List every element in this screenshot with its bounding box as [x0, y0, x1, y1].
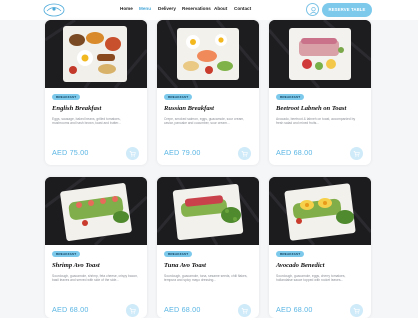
dish-description: Crepe, smoked salmon, eggs, guacamole, s… — [164, 117, 245, 126]
category-badge: BREAKFAST — [52, 94, 81, 100]
cart-icon — [241, 308, 248, 314]
dish-card[interactable]: BREAKFAST Shrimp Avo Toast Sourdough, gu… — [45, 177, 147, 318]
dish-image — [269, 20, 371, 88]
cart-icon — [353, 151, 360, 157]
dish-title: Tuna Avo Toast — [164, 262, 207, 269]
category-badge: BREAKFAST — [276, 251, 305, 257]
add-to-cart-button[interactable] — [238, 147, 251, 160]
add-to-cart-button[interactable] — [350, 304, 363, 317]
dish-image — [269, 177, 371, 245]
dish-card[interactable]: BREAKFAST Tuna Avo Toast Sourdough, guac… — [157, 177, 259, 318]
dish-price: AED 68.00 — [276, 148, 313, 157]
dish-card[interactable]: BREAKFAST English Breakfast Eggs, sausag… — [45, 20, 147, 165]
dish-card[interactable]: BREAKFAST Avocado Benedict Sourdough, gu… — [269, 177, 371, 318]
dish-description: Avocado, beetroot & labneh on toast, acc… — [276, 117, 356, 126]
category-badge: BREAKFAST — [276, 94, 305, 100]
dish-image — [157, 20, 259, 88]
nav-link-menu[interactable]: Menu — [139, 6, 151, 11]
dish-description: Sourdough, guacamole, tuna, sesame seeds… — [164, 274, 248, 283]
person-icon[interactable] — [306, 3, 319, 16]
category-badge: BREAKFAST — [164, 94, 193, 100]
category-badge: BREAKFAST — [164, 251, 193, 257]
add-to-cart-button[interactable] — [126, 304, 139, 317]
dish-price: AED 68.00 — [276, 305, 313, 314]
dish-title: Shrimp Avo Toast — [52, 262, 100, 269]
nav-link-home[interactable]: Home — [120, 6, 133, 11]
dish-image — [157, 177, 259, 245]
dish-description: Sourdough, guacamole, eggs, cherry tomat… — [276, 274, 346, 283]
reserve-table-button[interactable]: RESERVE TABLE — [322, 3, 372, 17]
top-nav: Home Menu Delivery Reservations About Co… — [0, 0, 418, 20]
cart-icon — [241, 151, 248, 157]
dish-description: Sourdough, guacamole, shrimp, feta chees… — [52, 274, 138, 283]
dish-price: AED 75.00 — [52, 148, 89, 157]
add-to-cart-button[interactable] — [350, 147, 363, 160]
dish-image — [45, 177, 147, 245]
cart-icon — [129, 308, 136, 314]
dish-price: AED 79.00 — [164, 148, 201, 157]
category-badge: BREAKFAST — [52, 251, 81, 257]
cart-icon — [129, 151, 136, 157]
dish-description: Eggs, sausage, baked beans, grilled toma… — [52, 117, 121, 126]
add-to-cart-button[interactable] — [126, 147, 139, 160]
nav-link-contact[interactable]: Contact — [234, 6, 251, 11]
dish-price: AED 68.00 — [52, 305, 89, 314]
dish-title: Beetroot Labneh on Toast — [276, 105, 347, 112]
cart-icon — [353, 308, 360, 314]
dish-price: AED 68.00 — [164, 305, 201, 314]
dish-title: Russian Breakfast — [164, 105, 215, 112]
dish-title: Avocado Benedict — [276, 262, 325, 269]
dish-card[interactable]: BREAKFAST Beetroot Labneh on Toast Avoca… — [269, 20, 371, 165]
dish-card[interactable]: BREAKFAST Russian Breakfast Crepe, smoke… — [157, 20, 259, 165]
nav-link-about[interactable]: About — [214, 6, 227, 11]
dish-image — [45, 20, 147, 88]
dish-title: English Breakfast — [52, 105, 102, 112]
add-to-cart-button[interactable] — [238, 304, 251, 317]
logo[interactable] — [42, 2, 66, 18]
nav-link-reservations[interactable]: Reservations — [182, 6, 211, 11]
nav-link-delivery[interactable]: Delivery — [158, 6, 176, 11]
